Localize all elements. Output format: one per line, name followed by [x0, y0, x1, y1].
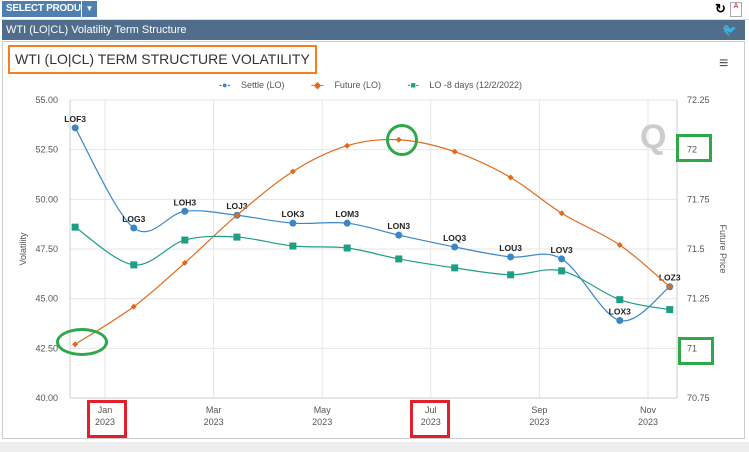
data-point: [395, 255, 403, 263]
data-point: [130, 224, 138, 232]
y2-tick-label: 70.75: [687, 393, 710, 403]
y-tick-label: 55.00: [35, 95, 58, 105]
x-tick-label: May: [314, 405, 332, 415]
data-label: LOV3: [551, 245, 573, 255]
data-label: LOH3: [173, 197, 196, 207]
annotation-circle: [386, 124, 418, 156]
x-tick-year: 2023: [638, 417, 658, 427]
data-point: [233, 233, 241, 241]
y-tick-label: 45.00: [35, 294, 58, 304]
series-line: [74, 138, 671, 345]
data-point: [344, 142, 351, 149]
data-point: [289, 168, 296, 175]
y2-tick-label: 71.75: [687, 194, 710, 204]
data-point: [71, 124, 79, 132]
data-point: [558, 210, 565, 217]
series-line: [74, 226, 670, 311]
data-point: [343, 219, 351, 227]
x-tick-year: 2023: [529, 417, 549, 427]
data-point: [395, 231, 403, 239]
series-line: [74, 127, 671, 322]
watermark-logo: Q: [640, 118, 666, 156]
y2-tick-label: 71.5: [687, 244, 705, 254]
data-point: [666, 306, 674, 314]
data-label: LOK3: [282, 209, 305, 219]
data-label: LON3: [387, 221, 410, 231]
x-tick-label: Sep: [531, 405, 547, 415]
data-point: [507, 253, 515, 261]
chart-svg: 40.00 70.7542.50 7145.00 71.2547.50 71.550.0…: [18, 95, 728, 427]
data-label: LOZ3: [659, 273, 681, 283]
y-tick-label: 52.50: [35, 145, 58, 155]
annotation-box: [678, 337, 714, 365]
data-point: [343, 244, 351, 252]
x-tick-year: 2023: [204, 417, 224, 427]
data-point: [181, 207, 189, 215]
data-label: LOG3: [122, 214, 145, 224]
x-tick-label: Mar: [206, 405, 222, 415]
data-label: LOU3: [499, 243, 522, 253]
data-point: [289, 242, 297, 250]
data-point: [616, 296, 624, 304]
y2-axis-title: Future Price: [718, 224, 728, 273]
y-axis-title: Volatility: [18, 232, 28, 266]
x-tick-year: 2023: [312, 417, 332, 427]
annotation-box: [676, 134, 712, 162]
annotation-box: [87, 400, 127, 438]
y2-tick-label: 71.25: [687, 294, 710, 304]
data-label: LOF3: [64, 114, 86, 124]
data-point: [507, 271, 515, 279]
y-tick-label: 47.50: [35, 244, 58, 254]
y-tick-label: 42.50: [35, 343, 58, 353]
data-point: [451, 243, 459, 251]
annotation-circle: [56, 328, 108, 356]
data-label: LOJ3: [226, 201, 248, 211]
y-tick-label: 50.00: [35, 194, 58, 204]
data-point: [181, 236, 189, 244]
x-tick-label: Nov: [640, 405, 657, 415]
data-label: LOQ3: [443, 233, 466, 243]
bottom-bar: [0, 442, 749, 452]
data-point: [507, 174, 514, 181]
y2-tick-label: 72.25: [687, 95, 710, 105]
data-point: [289, 219, 297, 227]
data-point: [71, 223, 79, 231]
data-point: [616, 317, 624, 325]
annotation-box: [410, 400, 450, 438]
data-label: LOX3: [609, 307, 631, 317]
y-tick-label: 40.00: [35, 393, 58, 403]
data-point: [558, 255, 566, 263]
data-point: [451, 264, 459, 272]
data-point: [130, 261, 138, 269]
data-label: LOM3: [335, 209, 359, 219]
data-point: [558, 267, 566, 275]
